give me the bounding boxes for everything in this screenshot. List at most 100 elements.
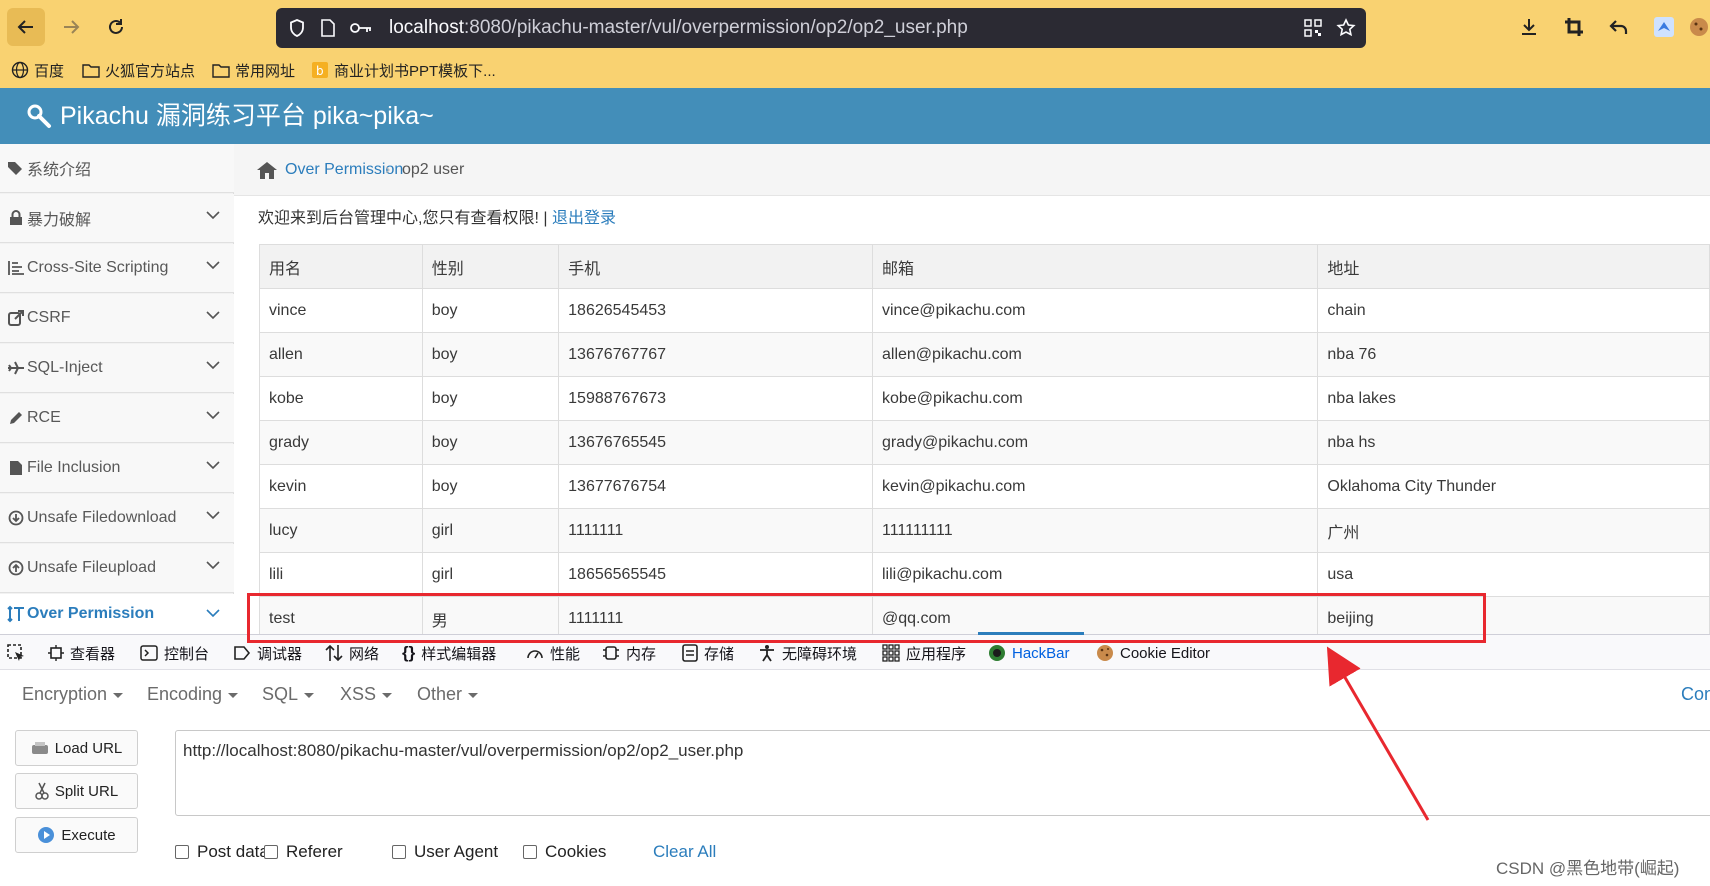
table-cell: Oklahoma City Thunder bbox=[1317, 464, 1710, 509]
text-height-icon bbox=[5, 605, 27, 623]
tab-console[interactable]: 控制台 bbox=[140, 635, 209, 671]
table-cell: kevin@pikachu.com bbox=[871, 464, 1319, 509]
table-cell: vince bbox=[259, 288, 423, 333]
shield-icon[interactable] bbox=[288, 8, 306, 48]
url-textarea[interactable]: http://localhost:8080/pikachu-master/vul… bbox=[175, 730, 1710, 816]
grid-apps-icon bbox=[882, 644, 900, 662]
table-cell: allen@pikachu.com bbox=[871, 332, 1319, 377]
key-icon[interactable] bbox=[350, 8, 372, 48]
storage-icon bbox=[682, 644, 698, 662]
debugger-icon bbox=[234, 646, 251, 660]
menu-xss[interactable]: XSS bbox=[340, 680, 393, 708]
checkbox-box[interactable] bbox=[523, 845, 537, 859]
column-header: 用名 bbox=[259, 244, 423, 289]
table-cell: grady bbox=[259, 420, 423, 465]
table-header-row: 用名 性别 手机 邮箱 地址 bbox=[259, 244, 1710, 289]
column-header: 邮箱 bbox=[871, 244, 1319, 289]
browser-toolbar: localhost:8080/pikachu-master/vul/overpe… bbox=[0, 0, 1710, 52]
back-button[interactable] bbox=[7, 8, 45, 46]
bookmark-ppt-template[interactable]: b 商业计划书PPT模板下... bbox=[311, 52, 496, 88]
globe-icon bbox=[11, 61, 29, 79]
sidebar-item-label: CSRF bbox=[27, 309, 71, 326]
address-bar[interactable]: localhost:8080/pikachu-master/vul/overpe… bbox=[276, 8, 1366, 48]
download-icon[interactable] bbox=[1512, 8, 1546, 46]
network-arrows-icon bbox=[325, 644, 343, 662]
sidebar: 系统介绍 暴力破解 Cross-Site Scripting CSRF SQL-… bbox=[0, 144, 234, 634]
sidebar-item-sql-inject[interactable]: SQL-Inject bbox=[0, 344, 234, 393]
tab-inspector[interactable]: 查看器 bbox=[48, 635, 115, 671]
menu-contribute[interactable]: Con bbox=[1681, 680, 1710, 708]
menu-encoding[interactable]: Encoding bbox=[147, 680, 239, 708]
chevron-down-icon bbox=[206, 511, 220, 520]
post-data-checkbox[interactable]: Post data bbox=[175, 840, 269, 864]
breadcrumb-separator: › bbox=[385, 161, 391, 178]
checkbox-box[interactable] bbox=[264, 845, 278, 859]
crop-icon[interactable] bbox=[1557, 8, 1591, 46]
chevron-down-icon bbox=[206, 461, 220, 470]
sidebar-item-unsafe-fileupload[interactable]: Unsafe Fileupload bbox=[0, 544, 234, 593]
tab-label: Cookie Editor bbox=[1120, 644, 1211, 662]
sidebar-item-intro[interactable]: 系统介绍 bbox=[0, 144, 234, 193]
table-cell: 15988767673 bbox=[558, 376, 873, 421]
sidebar-item-unsafe-filedownload[interactable]: Unsafe Filedownload bbox=[0, 494, 234, 543]
arrow-right-icon bbox=[64, 20, 80, 34]
menu-sql[interactable]: SQL bbox=[262, 680, 315, 708]
svg-text:b: b bbox=[316, 64, 324, 78]
caret-down-icon bbox=[228, 692, 239, 698]
memory-chip-icon bbox=[603, 646, 619, 660]
url-text[interactable]: localhost:8080/pikachu-master/vul/overpe… bbox=[389, 8, 968, 48]
menu-label: Encoding bbox=[147, 684, 223, 704]
table-cell: 13677676754 bbox=[558, 464, 873, 509]
split-url-button[interactable]: Split URL bbox=[15, 773, 138, 809]
tab-label: 调试器 bbox=[257, 645, 303, 663]
site-title[interactable]: Pikachu 漏洞练习平台 pika~pika~ bbox=[60, 88, 434, 144]
menu-other[interactable]: Other bbox=[417, 680, 479, 708]
page-icon[interactable] bbox=[320, 8, 336, 48]
table-cell: usa bbox=[1317, 552, 1710, 597]
tab-label: 内存 bbox=[626, 645, 657, 663]
execute-button[interactable]: Execute bbox=[15, 817, 138, 853]
checkbox-box[interactable] bbox=[175, 845, 189, 859]
menu-label: Encryption bbox=[22, 684, 108, 704]
user-agent-checkbox[interactable]: User Agent bbox=[392, 840, 498, 864]
qr-code-icon[interactable] bbox=[1304, 8, 1322, 48]
sidebar-item-rce[interactable]: RCE bbox=[0, 394, 234, 443]
chevron-down-icon bbox=[206, 561, 220, 570]
table-row: vince boy 18626545453 vince@pikachu.com … bbox=[259, 288, 1710, 333]
star-icon[interactable] bbox=[1336, 8, 1356, 48]
lock-icon bbox=[5, 210, 27, 226]
referer-checkbox[interactable]: Referer bbox=[264, 840, 343, 864]
table-cell: boy bbox=[421, 288, 560, 333]
sidebar-item-over-permission[interactable]: Over Permission bbox=[0, 594, 234, 634]
checkbox-box[interactable] bbox=[392, 845, 406, 859]
home-icon[interactable] bbox=[256, 160, 278, 180]
table-cell: kevin bbox=[259, 464, 423, 509]
table-cell: kobe bbox=[259, 376, 423, 421]
forward-button[interactable] bbox=[52, 8, 90, 46]
bookmark-common-sites[interactable]: 常用网址 bbox=[212, 52, 295, 88]
welcome-text: 欢迎来到后台管理中心,您只有查看权限! | bbox=[258, 210, 548, 227]
reload-button[interactable] bbox=[97, 8, 135, 46]
chevron-down-icon bbox=[206, 609, 220, 618]
sidebar-item-csrf[interactable]: CSRF bbox=[0, 294, 234, 343]
element-picker-button[interactable] bbox=[6, 635, 26, 671]
table-cell: 13676767767 bbox=[558, 332, 873, 377]
clear-all-button[interactable]: Clear All bbox=[653, 840, 716, 864]
undo-icon[interactable] bbox=[1602, 8, 1636, 46]
sidebar-item-brute-force[interactable]: 暴力破解 bbox=[0, 194, 234, 243]
extension-bird-icon[interactable] bbox=[1647, 8, 1681, 46]
sidebar-item-file-inclusion[interactable]: File Inclusion bbox=[0, 444, 234, 493]
bookmark-firefox-sites[interactable]: 火狐官方站点 bbox=[82, 52, 195, 88]
sidebar-item-xss[interactable]: Cross-Site Scripting bbox=[0, 244, 234, 293]
table-row: kevin boy 13677676754 kevin@pikachu.com … bbox=[259, 464, 1710, 509]
load-url-button[interactable]: Load URL bbox=[15, 730, 138, 766]
breadcrumb-current: op2 user bbox=[402, 161, 465, 178]
cookies-checkbox[interactable]: Cookies bbox=[523, 840, 606, 864]
table-cell: boy bbox=[421, 332, 560, 377]
menu-encryption[interactable]: Encryption bbox=[22, 680, 124, 708]
cookie-extension-icon[interactable] bbox=[1688, 8, 1710, 46]
highlight-box bbox=[247, 593, 1486, 643]
logout-link[interactable]: 退出登录 bbox=[552, 210, 616, 227]
menu-label: XSS bbox=[340, 684, 377, 704]
bookmark-baidu[interactable]: 百度 bbox=[11, 52, 64, 88]
